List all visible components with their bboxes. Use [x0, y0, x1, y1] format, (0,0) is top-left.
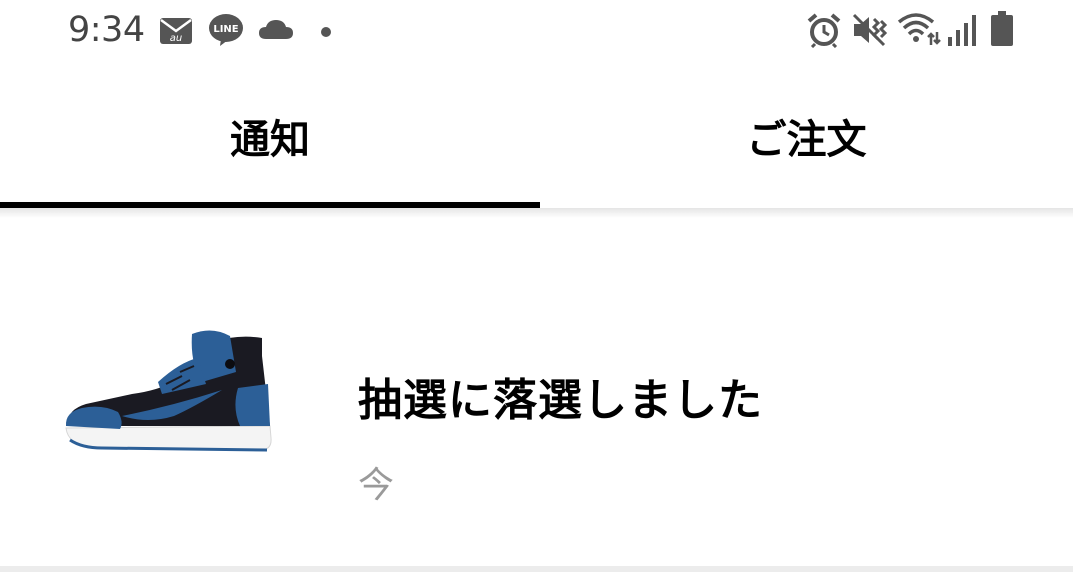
notification-item[interactable]: 抽選に落選しました 今	[0, 218, 1073, 566]
tab-notifications[interactable]: 通知	[0, 64, 540, 208]
tab-orders[interactable]: ご注文	[540, 64, 1073, 208]
line-label-text: LINE	[213, 24, 238, 35]
alarm-icon	[806, 12, 842, 52]
status-time: 9:34	[68, 10, 145, 50]
list-divider	[0, 566, 1073, 572]
signal-icon	[947, 13, 977, 51]
notification-title: 抽選に落選しました	[358, 375, 763, 426]
mail-badge-text: au	[170, 33, 182, 44]
tab-bar-shadow	[0, 208, 1073, 218]
cloud-icon	[258, 18, 294, 44]
notification-time: 今	[358, 465, 395, 506]
line-icon: LINE	[208, 13, 244, 51]
sneaker-image	[62, 328, 274, 458]
wifi-icon	[897, 12, 941, 50]
mail-icon: au	[159, 17, 193, 49]
battery-icon	[990, 11, 1014, 51]
vibrate-mute-icon	[852, 13, 888, 51]
dot-icon	[320, 23, 332, 42]
status-bar: 9:34 au LINE	[0, 0, 1073, 64]
tab-orders-label: ご注文	[746, 117, 867, 163]
tab-bar: 通知 ご注文	[0, 64, 1073, 208]
tab-notifications-label: 通知	[230, 117, 310, 163]
